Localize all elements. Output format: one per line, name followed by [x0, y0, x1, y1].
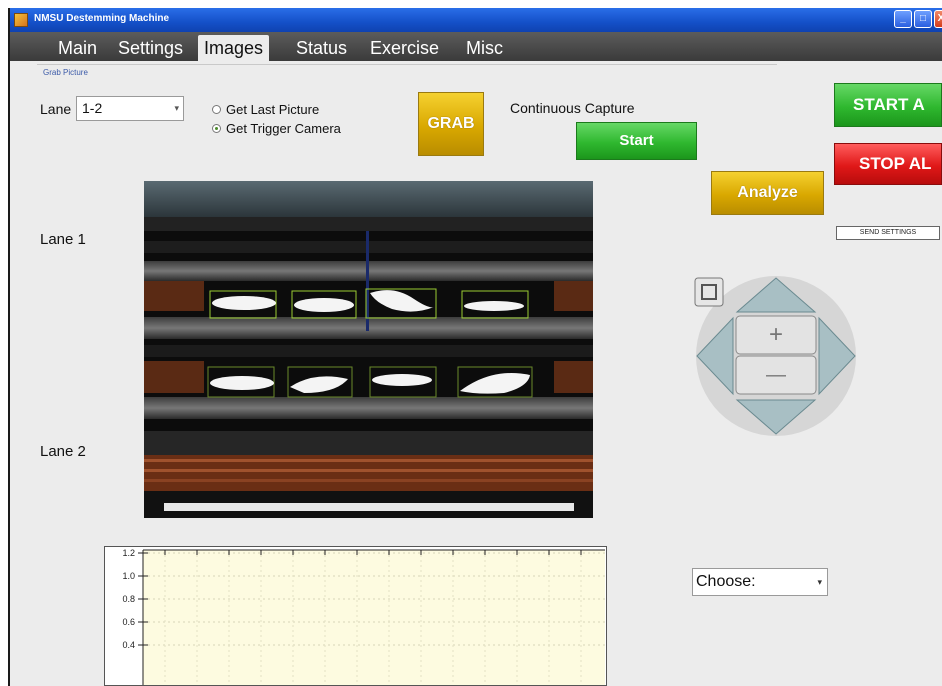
- radio-get-last-picture-label: Get Last Picture: [226, 102, 320, 117]
- tab-exercise[interactable]: Exercise: [364, 35, 445, 61]
- radio-on-icon: [212, 124, 221, 133]
- lane-1-label: Lane 1: [40, 231, 86, 248]
- chevron-down-icon: ▾: [174, 103, 179, 113]
- camera-dpad: + —: [693, 272, 859, 436]
- radio-get-last-picture[interactable]: Get Last Picture: [212, 102, 319, 117]
- grab-picture-label: Grab Picture: [43, 68, 88, 77]
- y-tick-label: 1.0: [122, 571, 135, 581]
- tab-settings[interactable]: Settings: [112, 35, 189, 61]
- minimize-button[interactable]: _: [894, 10, 912, 28]
- maximize-button[interactable]: □: [914, 10, 932, 28]
- tab-main[interactable]: Main: [52, 35, 103, 61]
- tab-misc[interactable]: Misc: [460, 35, 509, 61]
- app-icon: [14, 13, 28, 27]
- title-bar[interactable]: NMSU Destemming Machine _ □ X: [10, 8, 942, 32]
- minus-icon: —: [766, 364, 786, 386]
- window-title: NMSU Destemming Machine: [34, 13, 170, 24]
- stop-all-button[interactable]: STOP AL: [834, 143, 942, 185]
- chart-panel: 1.2 1.0 0.8 0.6 0.4: [104, 546, 607, 686]
- dpad-drawing: [694, 276, 856, 436]
- y-tick-label: 1.2: [122, 548, 135, 558]
- chevron-down-icon: ▾: [817, 577, 822, 587]
- app-window: NMSU Destemming Machine _ □ X Main Setti…: [0, 0, 942, 686]
- tab-status[interactable]: Status: [290, 35, 353, 61]
- choose-select[interactable]: Choose: ▾: [692, 568, 828, 596]
- analyze-button[interactable]: Analyze: [711, 171, 824, 215]
- y-tick-label: 0.8: [122, 594, 135, 604]
- camera-image: [144, 181, 593, 518]
- camera-image-drawing: [144, 181, 593, 518]
- radio-get-trigger-camera[interactable]: Get Trigger Camera: [212, 121, 341, 136]
- grab-groupbox-border: [37, 64, 777, 66]
- grab-button[interactable]: GRAB: [418, 92, 484, 156]
- start-all-button[interactable]: START A: [834, 83, 942, 127]
- send-settings-button[interactable]: SEND SETTINGS: [836, 226, 940, 240]
- chart: 1.2 1.0 0.8 0.6 0.4: [122, 548, 605, 686]
- plot-area: [143, 550, 605, 686]
- plus-icon: +: [768, 321, 783, 348]
- tab-images[interactable]: Images: [198, 35, 270, 61]
- lane-select[interactable]: 1-2 ▾: [76, 96, 184, 121]
- close-button[interactable]: X: [934, 10, 942, 28]
- stop-square-button[interactable]: [694, 277, 724, 307]
- continuous-capture-label: Continuous Capture: [510, 100, 635, 116]
- lane-select-value: 1-2: [82, 100, 103, 116]
- radio-get-trigger-camera-label: Get Trigger Camera: [226, 121, 341, 136]
- y-tick-label: 0.4: [122, 640, 135, 650]
- lane-2-label: Lane 2: [40, 443, 86, 460]
- choose-select-value: Choose:: [696, 573, 756, 590]
- y-tick-label: 0.6: [122, 617, 135, 627]
- radio-off-icon: [212, 105, 221, 114]
- menu-bar: Main Settings Images Status Exercise Mis…: [10, 32, 942, 61]
- lane-label: Lane: [40, 101, 72, 117]
- continuous-start-button[interactable]: Start: [576, 122, 697, 160]
